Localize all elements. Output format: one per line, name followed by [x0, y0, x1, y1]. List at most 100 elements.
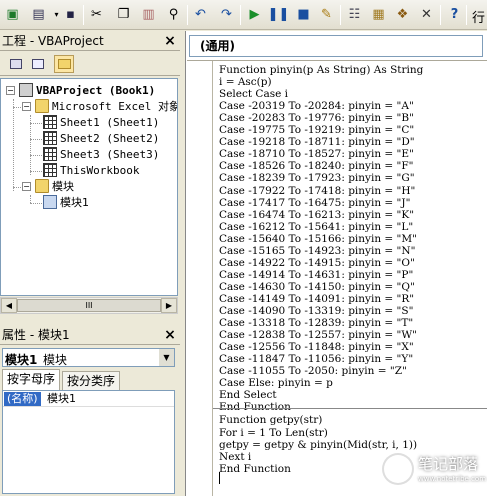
toolbar-separator — [340, 5, 341, 25]
project-tree-hscrollbar[interactable]: ◀ III ▶ — [0, 297, 178, 314]
view-code-button[interactable] — [6, 55, 26, 73]
code-line[interactable]: End Function — [219, 463, 291, 475]
collapse-toggle-icon[interactable]: − — [22, 182, 31, 191]
redo-icon[interactable]: ↷ — [218, 6, 235, 23]
reset-icon[interactable]: ■ — [295, 6, 312, 23]
tree-node-module1[interactable]: 模块1 — [43, 195, 89, 211]
code-line[interactable]: Case -18239 To -17923: pinyin = "G" — [219, 172, 415, 184]
standard-toolbar: ▣ ▤ ▾ ▪ ✂ ❐ ▥ ⚲ ↶ ↷ ▶ ❚❚ ■ ✎ ☷ ▦ ❖ ✕ ? 行 — [0, 0, 487, 30]
object-combo[interactable]: (通用) — [189, 35, 483, 57]
close-icon[interactable]: × — [162, 33, 178, 49]
code-line[interactable]: Case -20319 To -20284: pinyin = "A" — [219, 100, 414, 112]
code-line[interactable]: Next i — [219, 451, 251, 463]
code-line[interactable]: Case -14922 To -14915: pinyin = "O" — [219, 257, 415, 269]
help-icon[interactable]: ? — [446, 6, 463, 23]
tree-node-label: Sheet3 (Sheet3) — [60, 148, 160, 161]
tab-alphabetic[interactable]: 按字母序 — [2, 369, 61, 390]
combo-object-name: 模块1 — [5, 353, 38, 367]
design-mode-icon[interactable]: ✎ — [318, 6, 335, 23]
code-line[interactable]: Case -15165 To -14923: pinyin = "N" — [219, 245, 415, 257]
workbook-icon — [43, 163, 57, 177]
code-line[interactable]: i = Asc(p) — [219, 76, 272, 88]
collapse-toggle-icon[interactable]: − — [22, 102, 31, 111]
code-line[interactable]: Case -16474 To -16213: pinyin = "K" — [219, 209, 414, 221]
toggle-folders-button[interactable] — [54, 55, 74, 73]
code-margin[interactable] — [187, 61, 213, 496]
code-line[interactable]: Case -17922 To -17418: pinyin = "H" — [219, 185, 415, 197]
combo-object-type: 模块 — [43, 353, 68, 367]
worksheet-icon — [43, 147, 57, 161]
tab-categorized[interactable]: 按分类序 — [62, 371, 121, 390]
code-line[interactable]: Case -18710 To -18527: pinyin = "E" — [219, 148, 414, 160]
insert-userform-icon[interactable]: ▤ — [30, 6, 47, 23]
tree-node-label: Sheet1 (Sheet1) — [60, 116, 160, 129]
tree-node-sheet3[interactable]: Sheet3 (Sheet3) — [43, 147, 159, 163]
tree-node-label: Sheet2 (Sheet2) — [60, 132, 160, 145]
code-line[interactable]: Case -13318 To -12839: pinyin = "T" — [219, 317, 413, 329]
code-line[interactable]: Case -14149 To -14091: pinyin = "R" — [219, 293, 414, 305]
folder-icon — [35, 179, 49, 193]
tree-node-thisworkbook[interactable]: ThisWorkbook — [43, 163, 139, 179]
project-tree: − VBAProject (Book1) − Microsoft Excel 对… — [0, 78, 178, 296]
find-icon[interactable]: ⚲ — [165, 6, 182, 23]
paste-icon[interactable]: ▥ — [140, 6, 157, 23]
project-explorer-icon[interactable]: ☷ — [346, 6, 363, 23]
code-line[interactable]: For i = 1 To Len(str) — [219, 427, 328, 439]
undo-icon[interactable]: ↶ — [192, 6, 209, 23]
property-value[interactable]: 模块1 — [47, 392, 76, 406]
tree-node-project[interactable]: − VBAProject (Book1) — [3, 83, 155, 99]
tree-node-sheet2[interactable]: Sheet2 (Sheet2) — [43, 131, 159, 147]
watermark-title: 笔记部落 — [418, 455, 479, 473]
scroll-thumb[interactable]: III — [17, 299, 161, 312]
code-line[interactable]: Case -11847 To -11056: pinyin = "Y" — [219, 353, 413, 365]
scroll-right-icon[interactable]: ▶ — [161, 298, 177, 313]
run-icon[interactable]: ▶ — [246, 6, 263, 23]
code-line[interactable]: Case -11055 To -2050: pinyin = "Z" — [219, 365, 407, 377]
module-icon — [43, 195, 57, 209]
tree-node-sheet1[interactable]: Sheet1 (Sheet1) — [43, 115, 159, 131]
toolbar-separator — [187, 5, 188, 25]
code-line[interactable]: Select Case i — [219, 88, 288, 100]
break-icon[interactable]: ❚❚ — [268, 6, 290, 23]
tree-node-label: Microsoft Excel 对象 — [52, 100, 178, 113]
code-line[interactable]: Case -19775 To -19219: pinyin = "C" — [219, 124, 414, 136]
code-line[interactable]: Case -19218 To -18711: pinyin = "D" — [219, 136, 415, 148]
object-browser-icon[interactable]: ❖ — [394, 6, 411, 23]
toolbar-separator — [466, 5, 467, 25]
copy-icon[interactable]: ❐ — [115, 6, 132, 23]
view-excel-icon[interactable]: ▣ — [4, 6, 21, 23]
scroll-left-icon[interactable]: ◀ — [1, 298, 17, 313]
code-line[interactable]: Case -20283 To -19776: pinyin = "B" — [219, 112, 414, 124]
folder-icon — [35, 99, 49, 113]
code-line[interactable]: Case -12838 To -12557: pinyin = "W" — [219, 329, 417, 341]
code-line[interactable]: End Select — [219, 389, 277, 401]
toolbox-icon[interactable]: ✕ — [418, 6, 435, 23]
code-line[interactable]: Case -14914 To -14631: pinyin = "P" — [219, 269, 413, 281]
watermark-logo-icon — [384, 455, 412, 483]
property-row[interactable]: (名称) 模块1 — [3, 391, 174, 407]
code-line[interactable]: Case -14090 To -13319: pinyin = "S" — [219, 305, 413, 317]
properties-window-icon[interactable]: ▦ — [370, 6, 387, 23]
code-line[interactable]: Function getpy(str) — [219, 414, 322, 426]
cut-icon[interactable]: ✂ — [88, 6, 105, 23]
chevron-down-icon[interactable]: ▼ — [159, 349, 174, 366]
object-select-combo[interactable]: 模块1 模块 ▼ — [2, 348, 175, 367]
code-line[interactable]: Case Else: pinyin = p — [219, 377, 333, 389]
view-object-button[interactable] — [28, 55, 48, 73]
tree-node-excel-objects[interactable]: − Microsoft Excel 对象 — [19, 99, 178, 115]
code-line[interactable]: Case -18526 To -18240: pinyin = "F" — [219, 160, 414, 172]
code-line[interactable]: Function pinyin(p As String) As String — [219, 64, 423, 76]
tree-node-modules-folder[interactable]: − 模块 — [19, 179, 74, 195]
line-position-label: 行 — [472, 11, 486, 26]
save-icon[interactable]: ▪ — [62, 6, 79, 23]
code-line[interactable]: Case -15640 To -15166: pinyin = "M" — [219, 233, 417, 245]
code-line[interactable]: Case -16212 To -15641: pinyin = "L" — [219, 221, 413, 233]
code-line[interactable]: Case -12556 To -11848: pinyin = "X" — [219, 341, 414, 353]
text-caret — [219, 472, 220, 484]
close-icon[interactable]: × — [162, 327, 178, 343]
tree-node-label: VBAProject (Book1) — [36, 84, 156, 97]
collapse-toggle-icon[interactable]: − — [6, 86, 15, 95]
code-line[interactable]: Case -14630 To -14150: pinyin = "Q" — [219, 281, 415, 293]
project-explorer-title: 工程 - VBAProject — [0, 31, 180, 51]
code-line[interactable]: Case -17417 To -16475: pinyin = "J" — [219, 197, 410, 209]
